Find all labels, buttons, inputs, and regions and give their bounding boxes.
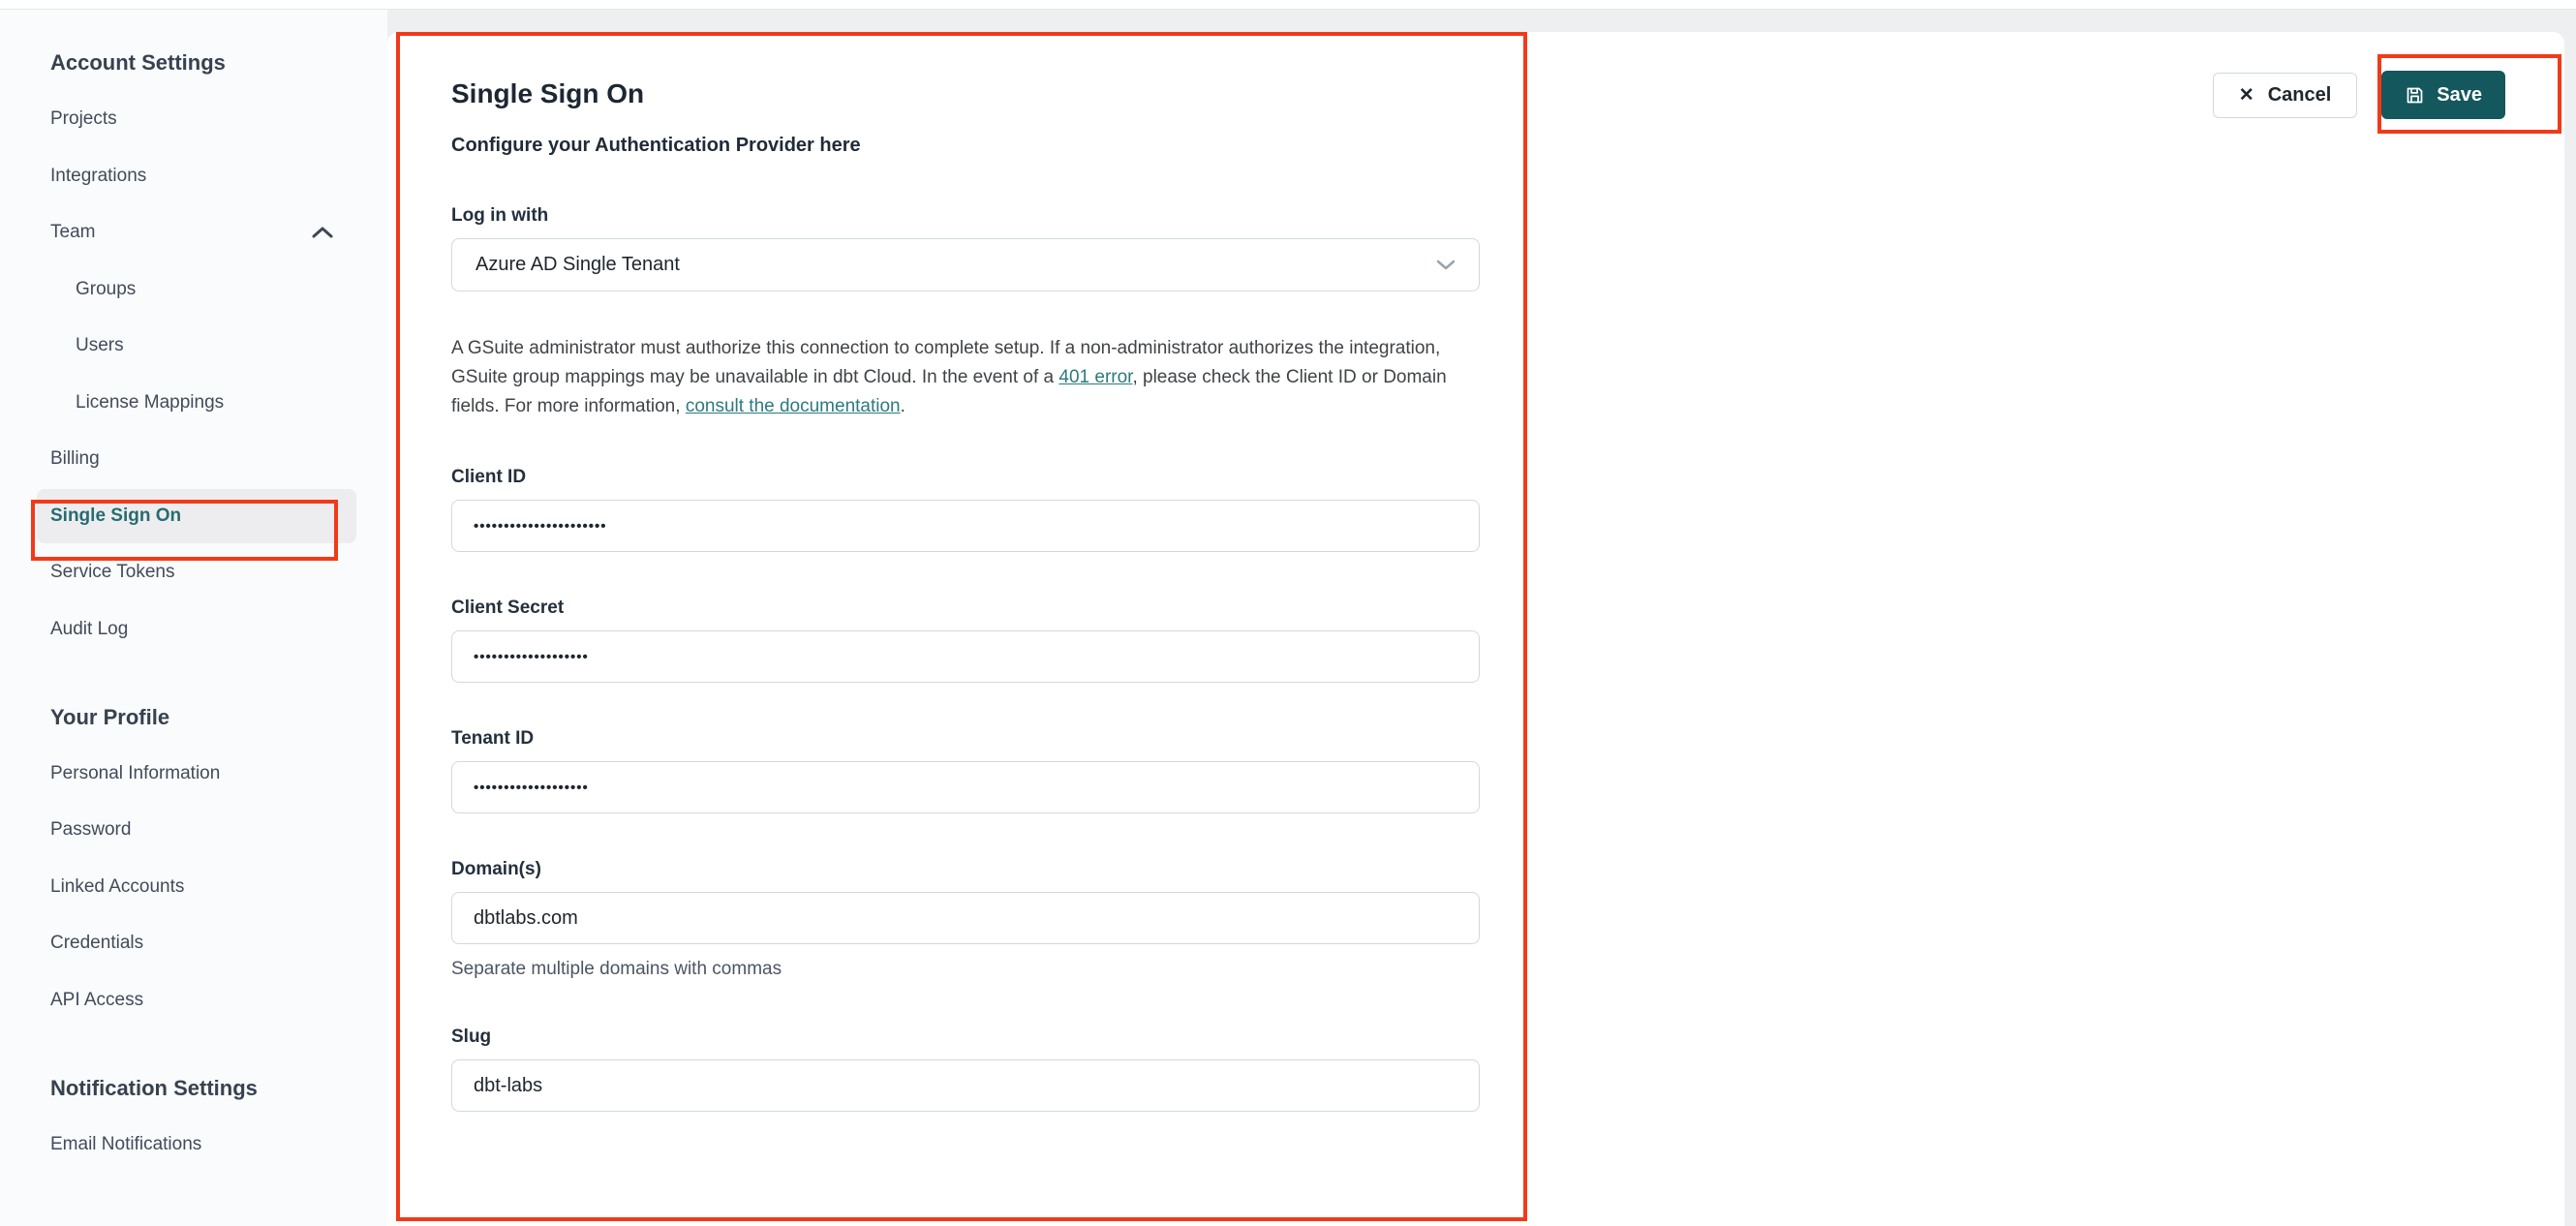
log-in-with-label: Log in with xyxy=(451,205,549,226)
save-icon xyxy=(2405,85,2425,106)
sidebar-item-email-notifications[interactable]: Email Notifications xyxy=(37,1118,356,1172)
client-secret-input[interactable] xyxy=(451,630,1480,683)
domains-label: Domain(s) xyxy=(451,859,541,879)
sidebar-item-label: Credentials xyxy=(50,933,144,953)
sidebar-heading-notification-settings: Notification Settings xyxy=(50,1075,258,1100)
sidebar-item-integrations[interactable]: Integrations xyxy=(37,149,356,203)
top-nav-edge xyxy=(0,0,2576,10)
chevron-up-icon xyxy=(312,227,333,238)
sidebar-item-billing[interactable]: Billing xyxy=(37,432,356,486)
save-button-label: Save xyxy=(2437,83,2482,106)
close-icon: ✕ xyxy=(2238,84,2254,106)
sidebar-item-linked-accounts[interactable]: Linked Accounts xyxy=(37,860,356,914)
cancel-button[interactable]: ✕ Cancel xyxy=(2212,72,2358,118)
domains-helper-text: Separate multiple domains with commas xyxy=(451,959,782,979)
sso-notice: A GSuite administrator must authorize th… xyxy=(451,338,1447,416)
log-in-with-selected-value: Azure AD Single Tenant xyxy=(475,254,680,275)
sidebar-item-service-tokens[interactable]: Service Tokens xyxy=(37,545,356,599)
sso-form-fields: Client ID Client Secret Tenant ID Domain(s)… xyxy=(451,466,1480,1112)
link-consult-documentation[interactable]: consult the documentation xyxy=(686,396,901,416)
field-group-tenant-id: Tenant ID xyxy=(451,727,1480,813)
cancel-button-label: Cancel xyxy=(2267,83,2332,106)
sidebar-item-projects[interactable]: Projects xyxy=(37,92,356,146)
sidebar-item-label: Billing xyxy=(50,448,100,469)
sidebar-item-label: API Access xyxy=(50,989,144,1010)
client-secret-label: Client Secret xyxy=(451,598,565,618)
sidebar-item-license-mappings[interactable]: License Mappings xyxy=(37,376,356,430)
sidebar-item-password[interactable]: Password xyxy=(37,803,356,857)
sidebar-item-credentials[interactable]: Credentials xyxy=(37,916,356,970)
page-subtitle: Configure your Authentication Provider h… xyxy=(451,135,861,156)
page-title: Single Sign On xyxy=(451,78,645,108)
sidebar-item-label: Password xyxy=(50,819,132,840)
sso-settings-panel: Single Sign On Configure your Authentica… xyxy=(387,32,2564,1226)
sidebar-item-label: Audit Log xyxy=(50,618,129,639)
sidebar-item-label: Projects xyxy=(50,108,117,129)
save-button[interactable]: Save xyxy=(2381,71,2505,119)
sidebar-item-label: Groups xyxy=(76,278,137,299)
slug-input[interactable] xyxy=(451,1059,1480,1112)
sidebar-item-users[interactable]: Users xyxy=(37,319,356,373)
field-group-client-secret: Client Secret xyxy=(451,597,1480,683)
sidebar-item-label: Service Tokens xyxy=(50,562,175,582)
sidebar-item-label: Integrations xyxy=(50,165,147,186)
sidebar-item-single-sign-on[interactable]: Single Sign On xyxy=(37,488,356,543)
domains-input[interactable] xyxy=(451,892,1480,944)
sidebar-item-label: Linked Accounts xyxy=(50,875,185,897)
client-id-input[interactable] xyxy=(451,500,1480,552)
tenant-id-input[interactable] xyxy=(451,761,1480,813)
sidebar-item-audit-log[interactable]: Audit Log xyxy=(37,602,356,657)
field-group-client-id: Client ID xyxy=(451,466,1480,552)
page: Account Settings Projects Integrations Team… xyxy=(0,0,2576,1226)
sidebar-item-label: License Mappings xyxy=(76,391,225,413)
sidebar-item-personal-information[interactable]: Personal Information xyxy=(37,747,356,801)
sidebar-heading-your-profile: Your Profile xyxy=(50,704,170,729)
sidebar-nav: Account Settings Projects Integrations Team… xyxy=(0,10,387,1226)
log-in-with-select[interactable]: Azure AD Single Tenant xyxy=(451,238,1480,291)
sso-form-column: Single Sign On Configure your Authentica… xyxy=(451,32,1480,1112)
tenant-id-label: Tenant ID xyxy=(451,728,535,749)
sidebar-item-label: Team xyxy=(50,222,96,242)
sidebar-item-label: Single Sign On xyxy=(50,505,182,526)
form-actions: ✕ Cancel Save xyxy=(2212,71,2505,119)
chevron-down-icon xyxy=(1436,254,1456,276)
sidebar-item-team[interactable]: Team xyxy=(37,205,356,260)
sidebar-item-label: Users xyxy=(76,335,124,355)
sidebar-item-api-access[interactable]: API Access xyxy=(37,973,356,1027)
field-group-domains: Domain(s) Separate multiple domains with … xyxy=(451,858,1480,981)
sidebar-item-label: Email Notifications xyxy=(50,1133,202,1154)
sidebar-item-label: Personal Information xyxy=(50,762,221,783)
sidebar-heading-account-settings: Account Settings xyxy=(50,50,226,75)
field-group-slug: Slug xyxy=(451,1026,1480,1112)
client-id-label: Client ID xyxy=(451,467,527,487)
slug-label: Slug xyxy=(451,1027,492,1047)
link-401-error[interactable]: 401 error xyxy=(1058,367,1132,387)
sidebar-item-groups[interactable]: Groups xyxy=(37,262,356,317)
